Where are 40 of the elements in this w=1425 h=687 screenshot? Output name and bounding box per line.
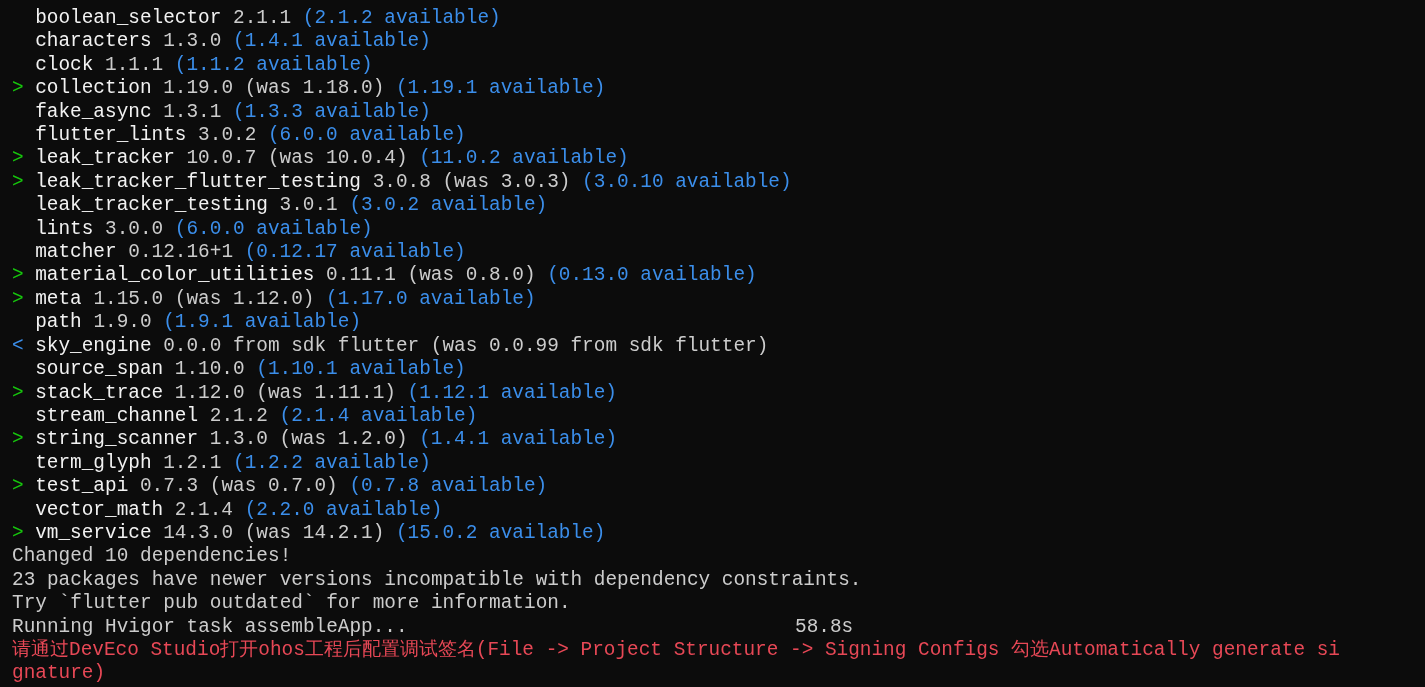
task-status: Running Hvigor task assembleApp... [12,615,409,639]
change-marker: > [12,264,24,288]
change-marker: > [12,147,24,171]
output-line: 23 packages have newer versions incompatible with dependency constraints. [12,568,862,593]
change-marker: > [12,77,24,101]
change-marker: < [12,334,24,359]
package-line: string_scanner 1.3.0 (was 1.2.0) (1.4.1 available) [35,428,618,452]
task-duration: 58.8s [795,615,854,639]
package-line: collection 1.19.0 (was 1.18.0) (1.19.1 available) [35,77,606,101]
package-line: path 1.9.0 (1.9.1 available) [35,311,361,335]
package-line: leak_tracker_flutter_testing 3.0.8 (was 3.0.3) (3.0.10 available) [35,170,792,195]
package-line: fake_async 1.3.1 (1.3.3 available) [35,100,431,125]
package-line: flutter_lints 3.0.2 (6.0.0 available) [35,124,466,148]
package-line: stream_channel 2.1.2 (2.1.4 available) [35,404,478,429]
package-line: vm_service 14.3.0 (was 14.2.1) (15.0.2 available) [35,521,606,546]
change-marker: > [12,475,24,499]
error-message: gnature) [12,662,106,686]
package-line: lints 3.0.0 (6.0.0 available) [35,217,373,242]
error-message: 请通过DevEco Studio打开ohos工程后配置调试签名(File -> Project Structure -> Signing Configs 勾选Automatically generate si [12,638,1340,663]
package-line: boolean_selector 2.1.1 (2.1.2 available) [35,7,501,31]
package-line: term_glyph 1.2.1 (1.2.2 available) [35,451,431,476]
package-line: leak_tracker_testing 3.0.1 (3.0.2 available) [35,194,548,218]
package-line: leak_tracker 10.0.7 (was 10.0.4) (11.0.2 available) [35,147,629,171]
package-line: material_color_utilities 0.11.1 (was 0.8.0) (0.13.0 available) [35,264,757,288]
package-line: clock 1.1.1 (1.1.2 available) [35,53,373,78]
package-line: vector_math 2.1.4 (2.2.0 available) [35,498,443,522]
package-line: source_span 1.10.0 (1.10.1 available) [35,358,466,382]
change-marker: > [12,428,24,452]
change-marker: > [12,287,24,312]
output-line: Try `flutter pub outdated` for more information. [12,592,571,616]
package-line: stack_trace 1.12.0 (was 1.11.1) (1.12.1 available) [35,381,617,405]
change-marker: > [12,521,24,546]
package-line: meta 1.15.0 (was 1.12.0) (1.17.0 available) [35,287,536,312]
package-line: sky_engine 0.0.0 from sdk flutter (was 0.0.99 from sdk flutter) [35,334,769,359]
package-line: test_api 0.7.3 (was 0.7.0) (0.7.8 available) [35,475,548,499]
change-marker: > [12,170,24,195]
change-marker: > [12,381,24,405]
package-line: matcher 0.12.16+1 (0.12.17 available) [35,241,466,265]
package-line: characters 1.3.0 (1.4.1 available) [35,30,431,54]
output-line: Changed 10 dependencies! [12,545,292,569]
